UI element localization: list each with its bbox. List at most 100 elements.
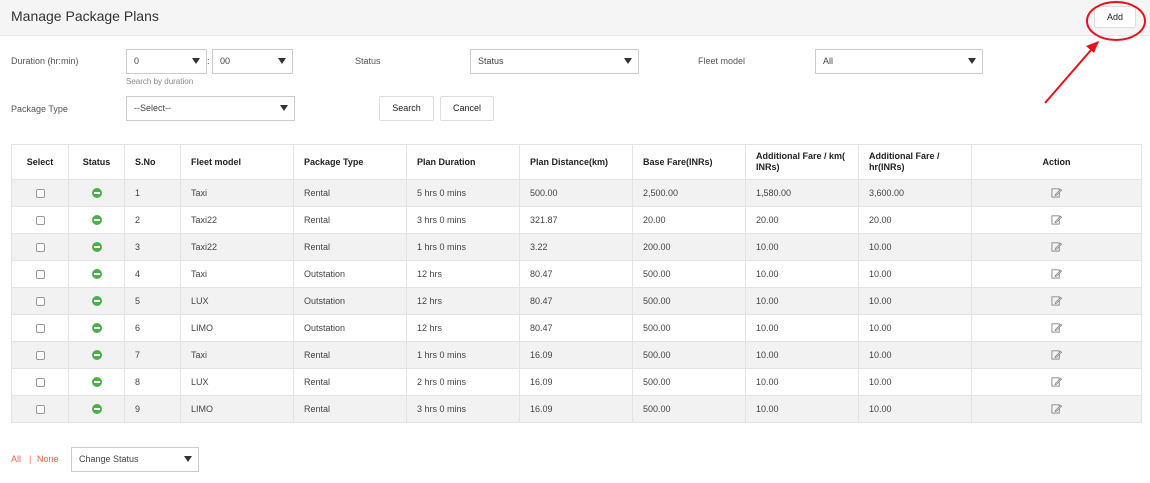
table-row: 6 LIMO Outstation 12 hrs 80.47 500.00 10.00 10.… bbox=[11, 314, 1142, 342]
fleet-model-cell: Taxi22 bbox=[180, 206, 294, 234]
column-header-package-type: Package Type bbox=[293, 144, 407, 180]
action-cell bbox=[971, 233, 1142, 261]
row-checkbox[interactable] bbox=[35, 270, 45, 280]
edit-icon[interactable] bbox=[1051, 214, 1063, 227]
additional-fare-hr-cell: 10.00 bbox=[858, 260, 972, 288]
additional-fare-hr-cell: 10.00 bbox=[858, 233, 972, 261]
status-active-icon[interactable] bbox=[91, 350, 102, 361]
row-checkbox[interactable] bbox=[35, 324, 45, 334]
status-cell bbox=[68, 206, 125, 234]
edit-icon[interactable] bbox=[1051, 295, 1063, 308]
plan-duration-cell: 5 hrs 0 mins bbox=[406, 179, 520, 207]
additional-fare-km-cell: 10.00 bbox=[745, 368, 859, 396]
select-all-link[interactable]: All bbox=[11, 454, 21, 464]
fleet-model-cell: Taxi22 bbox=[180, 233, 294, 261]
select-cell bbox=[11, 179, 69, 207]
table-row: 5 LUX Outstation 12 hrs 80.47 500.00 10.00 10.0… bbox=[11, 287, 1142, 315]
column-header-sno: S.No bbox=[124, 144, 181, 180]
edit-icon[interactable] bbox=[1051, 376, 1063, 389]
status-active-icon[interactable] bbox=[91, 242, 102, 253]
select-none-link[interactable]: None bbox=[37, 454, 59, 464]
status-active-icon[interactable] bbox=[91, 269, 102, 280]
package-type-cell: Rental bbox=[293, 395, 407, 423]
edit-icon[interactable] bbox=[1051, 268, 1063, 281]
package-type-select[interactable]: --Select-- bbox=[126, 96, 295, 121]
fleet-model-select[interactable]: All bbox=[815, 49, 983, 74]
select-cell bbox=[11, 368, 69, 396]
status-active-icon[interactable] bbox=[91, 404, 102, 415]
row-checkbox[interactable] bbox=[35, 297, 45, 307]
row-checkbox[interactable] bbox=[35, 405, 45, 415]
package-type-cell: Outstation bbox=[293, 314, 407, 342]
footer-separator: | bbox=[29, 454, 32, 464]
plan-distance-cell: 16.09 bbox=[519, 341, 633, 369]
cancel-button[interactable]: Cancel bbox=[440, 96, 494, 121]
plan-distance-cell: 500.00 bbox=[519, 179, 633, 207]
base-fare-cell: 500.00 bbox=[632, 260, 746, 288]
base-fare-cell: 2,500.00 bbox=[632, 179, 746, 207]
action-cell bbox=[971, 287, 1142, 315]
edit-icon[interactable] bbox=[1051, 349, 1063, 362]
package-type-select-value: --Select-- bbox=[134, 103, 172, 113]
fleet-model-cell: LUX bbox=[180, 287, 294, 315]
row-checkbox[interactable] bbox=[35, 378, 45, 388]
additional-fare-hr-cell: 10.00 bbox=[858, 314, 972, 342]
edit-icon[interactable] bbox=[1051, 403, 1063, 416]
action-cell bbox=[971, 341, 1142, 369]
column-header-fleet-model: Fleet model bbox=[180, 144, 294, 180]
change-status-select-value: Change Status bbox=[79, 454, 139, 464]
search-button[interactable]: Search bbox=[379, 96, 434, 121]
plan-duration-cell: 2 hrs 0 mins bbox=[406, 368, 520, 396]
status-active-icon[interactable] bbox=[91, 296, 102, 307]
plan-distance-cell: 16.09 bbox=[519, 368, 633, 396]
plan-distance-cell: 80.47 bbox=[519, 260, 633, 288]
additional-fare-km-cell: 1,580.00 bbox=[745, 179, 859, 207]
base-fare-cell: 500.00 bbox=[632, 314, 746, 342]
action-cell bbox=[971, 395, 1142, 423]
duration-hours-select[interactable]: 0 bbox=[126, 49, 207, 74]
status-active-icon[interactable] bbox=[91, 215, 102, 226]
action-cell bbox=[971, 260, 1142, 288]
edit-icon[interactable] bbox=[1051, 322, 1063, 335]
chevron-down-icon bbox=[192, 58, 200, 64]
plan-duration-cell: 12 hrs bbox=[406, 260, 520, 288]
duration-minutes-select[interactable]: 00 bbox=[212, 49, 293, 74]
row-checkbox[interactable] bbox=[35, 243, 45, 253]
column-header-additional-fare-hr: Additional Fare / hr(INRs) bbox=[858, 144, 972, 180]
status-active-icon[interactable] bbox=[91, 377, 102, 388]
select-cell bbox=[11, 233, 69, 261]
status-cell bbox=[68, 260, 125, 288]
fleet-model-select-value: All bbox=[823, 56, 834, 66]
select-cell bbox=[11, 287, 69, 315]
status-active-icon[interactable] bbox=[91, 323, 102, 334]
sno-cell: 5 bbox=[124, 287, 181, 315]
row-checkbox[interactable] bbox=[35, 189, 45, 199]
row-checkbox[interactable] bbox=[35, 351, 45, 361]
base-fare-cell: 500.00 bbox=[632, 341, 746, 369]
status-select[interactable]: Status bbox=[470, 49, 639, 74]
change-status-select[interactable]: Change Status bbox=[71, 447, 199, 472]
add-button[interactable]: Add bbox=[1094, 6, 1136, 28]
chevron-down-icon bbox=[184, 456, 192, 462]
column-header-plan-distance: Plan Distance(km) bbox=[519, 144, 633, 180]
package-type-cell: Rental bbox=[293, 233, 407, 261]
plan-distance-cell: 80.47 bbox=[519, 314, 633, 342]
status-cell bbox=[68, 395, 125, 423]
additional-fare-hr-cell: 3,600.00 bbox=[858, 179, 972, 207]
action-cell bbox=[971, 179, 1142, 207]
column-header-additional-fare-km: Additional Fare / km( INRs) bbox=[745, 144, 859, 180]
additional-fare-km-cell: 10.00 bbox=[745, 233, 859, 261]
sno-cell: 1 bbox=[124, 179, 181, 207]
status-cell bbox=[68, 314, 125, 342]
status-active-icon[interactable] bbox=[91, 188, 102, 199]
duration-minutes-value: 00 bbox=[220, 56, 231, 66]
edit-icon[interactable] bbox=[1051, 187, 1063, 200]
row-checkbox[interactable] bbox=[35, 216, 45, 226]
fleet-model-cell: Taxi bbox=[180, 341, 294, 369]
edit-icon[interactable] bbox=[1051, 241, 1063, 254]
package-type-label: Package Type bbox=[11, 104, 68, 114]
additional-fare-km-cell: 20.00 bbox=[745, 206, 859, 234]
duration-hint: Search by duration bbox=[126, 77, 194, 86]
package-type-cell: Outstation bbox=[293, 287, 407, 315]
annotation-arrow-head bbox=[1086, 41, 1099, 53]
